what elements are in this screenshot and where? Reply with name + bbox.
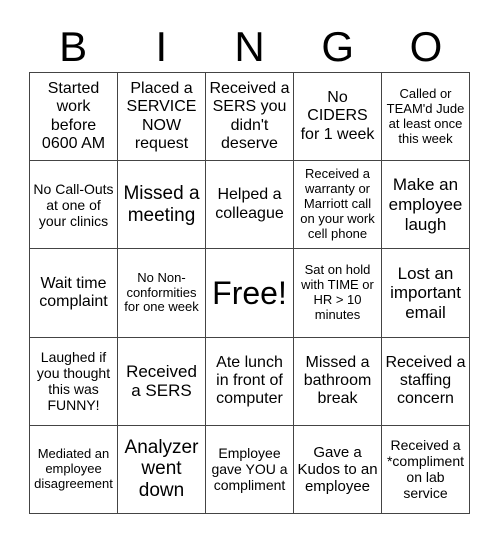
bingo-cell[interactable]: No CIDERS for 1 week — [294, 73, 382, 162]
header-letter-g: G — [321, 23, 355, 70]
cell-text: Received a *compliment on lab service — [386, 437, 465, 502]
bingo-cell[interactable]: Gave a Kudos to an employee — [294, 425, 382, 514]
bingo-cell[interactable]: Missed a bathroom break — [294, 337, 382, 426]
cell-text: Mediated an employee disagreement — [34, 445, 113, 491]
bingo-cell[interactable]: Received a warranty or Marriott call on … — [294, 161, 382, 250]
bingo-board: Started work before 0600 AM Placed a SER… — [29, 72, 470, 514]
bingo-cell[interactable]: Wait time complaint — [30, 249, 118, 338]
bingo-cell[interactable]: Started work before 0600 AM — [30, 73, 118, 162]
bingo-cell[interactable]: Received a SERS — [118, 337, 206, 426]
cell-text: Called or TEAM'd Jude at least once this… — [386, 85, 465, 146]
bingo-cell[interactable]: Received a staffing concern — [382, 337, 470, 426]
cell-text: Received a warranty or Marriott call on … — [300, 166, 375, 242]
bingo-cell[interactable]: Employee gave YOU a compliment — [206, 425, 294, 514]
bingo-cell[interactable]: Mediated an employee disagreement — [30, 425, 118, 514]
bingo-cell[interactable]: Placed a SERVICE NOW request — [118, 73, 206, 162]
bingo-header: B I N G O — [29, 22, 470, 72]
cell-text: Ate lunch in front of computer — [216, 353, 283, 408]
bingo-cell[interactable]: Lost an important email — [382, 249, 470, 338]
cell-text: Employee gave YOU a compliment — [211, 445, 288, 494]
cell-text: No Non-conformities for one week — [124, 269, 199, 315]
cell-text: Missed a bathroom break — [303, 353, 372, 408]
cell-text: No CIDERS for 1 week — [300, 89, 375, 143]
bingo-cell[interactable]: Ate lunch in front of computer — [206, 337, 294, 426]
cell-text: Received a SERS — [126, 361, 197, 401]
cell-text: Lost an important email — [390, 263, 461, 322]
cell-text: Laughed if you thought this was FUNNY! — [36, 349, 111, 414]
cell-text: Make an employee laugh — [388, 175, 463, 234]
cell-text: Helped a colleague — [215, 186, 284, 222]
bingo-cell[interactable]: Make an employee laugh — [382, 161, 470, 250]
bingo-cell[interactable]: Received a *compliment on lab service — [382, 425, 470, 514]
bingo-cell[interactable]: Sat on hold with TIME or HR > 10 minutes — [294, 249, 382, 338]
bingo-cell[interactable]: Received a SERS you didn't deserve — [206, 73, 294, 162]
cell-text: Received a staffing concern — [385, 353, 466, 408]
bingo-cell[interactable]: Missed a meeting — [118, 161, 206, 250]
cell-text: Started work before 0600 AM — [41, 79, 106, 152]
cell-text: Analyzer went down — [124, 436, 199, 502]
header-letter-n: N — [234, 23, 265, 70]
bingo-cell[interactable]: Analyzer went down — [118, 425, 206, 514]
bingo-cell[interactable]: Helped a colleague — [206, 161, 294, 250]
bingo-cell[interactable]: Laughed if you thought this was FUNNY! — [30, 337, 118, 426]
cell-text: No Call-Outs at one of your clinics — [33, 180, 114, 229]
cell-text: Received a SERS you didn't deserve — [209, 79, 290, 152]
free-space-text: Free! — [212, 274, 287, 311]
bingo-cell[interactable]: No Call-Outs at one of your clinics — [30, 161, 118, 250]
cell-text: Gave a Kudos to an employee — [297, 443, 378, 496]
cell-text: Sat on hold with TIME or HR > 10 minutes — [301, 262, 374, 322]
free-space-cell[interactable]: Free! — [206, 249, 294, 338]
bingo-cell[interactable]: Called or TEAM'd Jude at least once this… — [382, 73, 470, 162]
header-letter-o: O — [409, 23, 443, 70]
cell-text: Placed a SERVICE NOW request — [126, 79, 197, 152]
header-letter-i: I — [155, 23, 168, 70]
cell-text: Missed a meeting — [123, 182, 200, 226]
cell-text: Wait time complaint — [39, 274, 108, 310]
bingo-cell[interactable]: No Non-conformities for one week — [118, 249, 206, 338]
header-letter-b: B — [59, 23, 88, 70]
